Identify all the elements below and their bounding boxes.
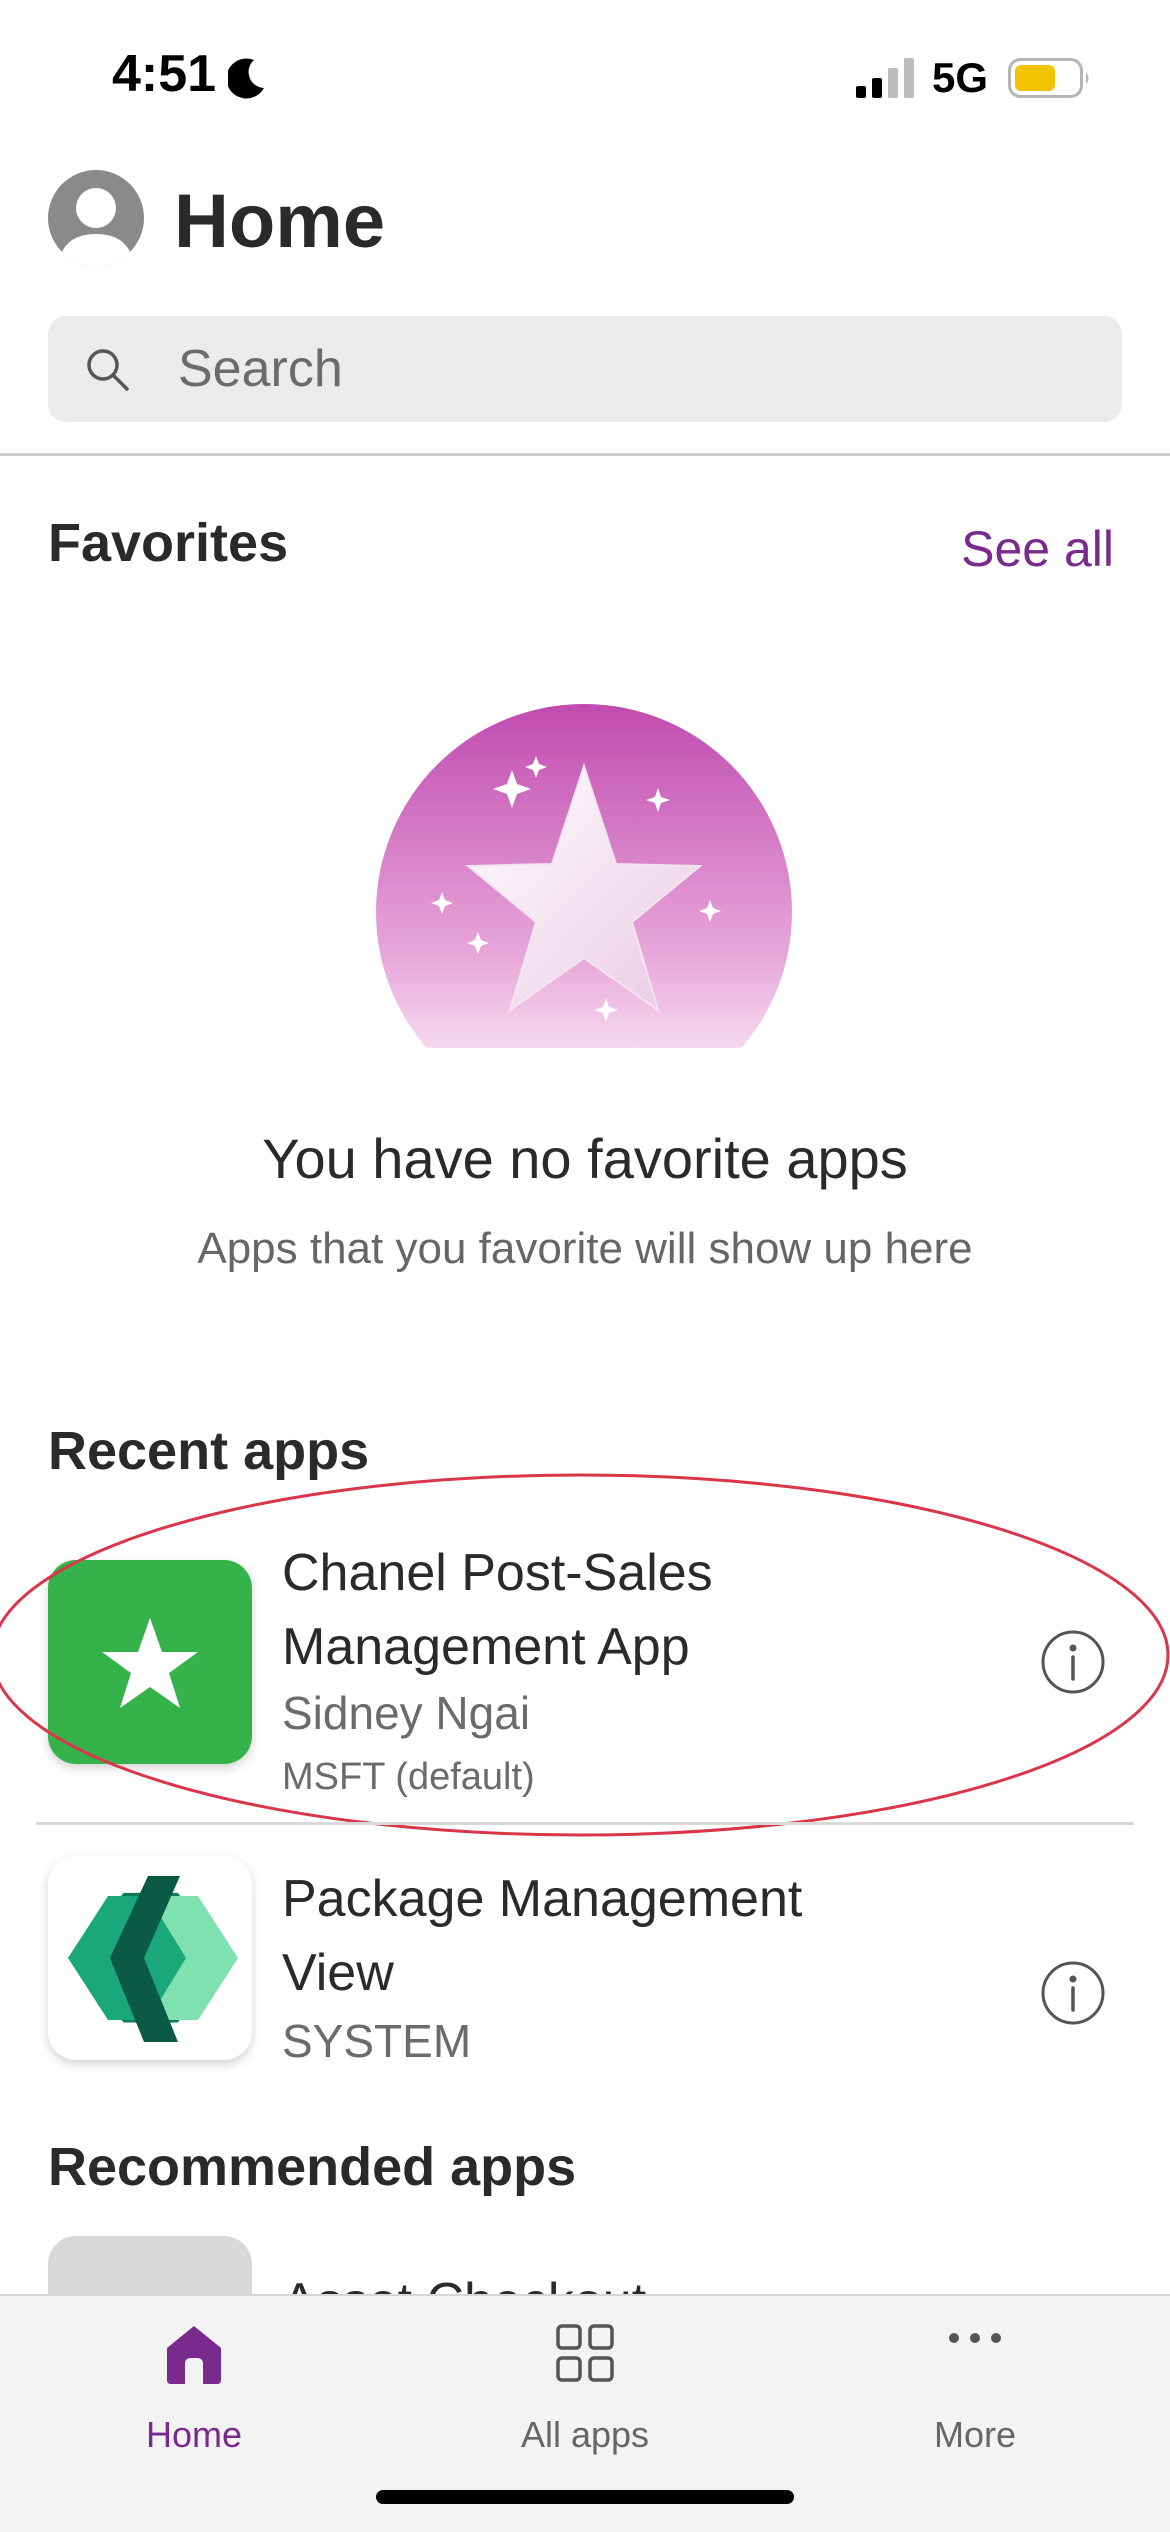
nav-home-label: Home xyxy=(145,2414,243,2455)
home-icon xyxy=(167,2326,221,2384)
see-all-link[interactable]: See all xyxy=(961,520,1114,578)
no-favorites-subtitle: Apps that you favorite will show up here xyxy=(197,1224,973,1273)
page-title: Home xyxy=(174,179,386,264)
status-time: 4:51 xyxy=(112,45,217,103)
app-icon[interactable] xyxy=(48,1856,252,2060)
nav-all-apps-label: All apps xyxy=(520,2414,650,2455)
nav-home[interactable]: Home xyxy=(44,2296,344,2466)
search-icon xyxy=(87,349,129,391)
app-name: Package Management View xyxy=(282,1870,803,2002)
profile-avatar[interactable] xyxy=(48,170,144,266)
header-divider xyxy=(0,453,1170,456)
signal-icon xyxy=(856,58,914,98)
info-icon[interactable] xyxy=(1040,1629,1106,1695)
favorites-star-illustration xyxy=(376,704,792,1064)
power-apps-logo-icon xyxy=(67,1876,238,2042)
app-owner: Sidney Ngai xyxy=(282,1687,531,1739)
person-icon xyxy=(58,188,134,266)
status-bar: 4:51 5G xyxy=(0,0,1170,150)
network-type: 5G xyxy=(932,54,989,101)
home-indicator xyxy=(376,2490,794,2504)
search-input[interactable] xyxy=(178,338,1078,400)
app-icon[interactable] xyxy=(48,1560,252,1764)
recent-app-row[interactable]: Chanel Post-Sales Management App Sidney … xyxy=(0,1520,1170,1820)
nav-more[interactable]: More xyxy=(825,2296,1125,2466)
recent-apps-title: Recent apps xyxy=(48,1421,370,1481)
nav-more-label: More xyxy=(933,2414,1017,2455)
no-favorites-title: You have no favorite apps xyxy=(262,1127,908,1190)
nav-all-apps[interactable]: All apps xyxy=(435,2296,735,2466)
star-icon xyxy=(102,1618,198,1708)
more-icon xyxy=(949,2333,1001,2343)
battery-icon xyxy=(1008,58,1089,98)
app-owner: SYSTEM xyxy=(282,2015,472,2067)
moon-icon xyxy=(228,58,264,99)
recent-app-row[interactable]: Package Management View SYSTEM xyxy=(0,1848,1170,2088)
app-environment: MSFT (default) xyxy=(282,1756,535,1798)
row-divider xyxy=(36,1822,1134,1825)
favorites-title: Favorites xyxy=(48,513,289,573)
grid-icon xyxy=(556,2324,614,2382)
info-icon[interactable] xyxy=(1040,1960,1106,2026)
search-bar[interactable] xyxy=(48,316,1122,422)
app-name: Chanel Post-Sales Management App xyxy=(282,1544,713,1676)
recommended-apps-title: Recommended apps xyxy=(48,2137,577,2197)
